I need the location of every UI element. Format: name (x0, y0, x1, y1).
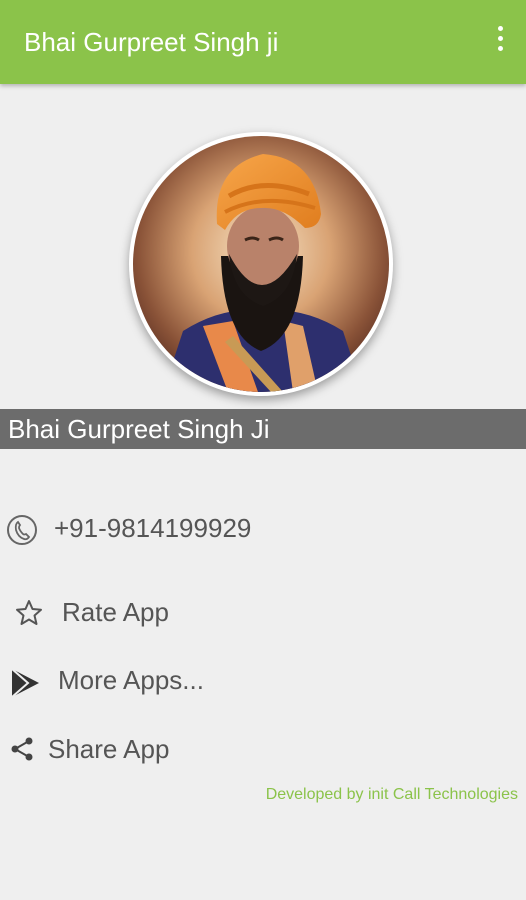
share-app-label: Share App (48, 734, 170, 764)
star-outline-icon (14, 598, 46, 630)
more-apps-label: More Apps... (58, 665, 204, 695)
profile-name: Bhai Gurpreet Singh Ji (8, 414, 270, 444)
phone-row[interactable]: +91-9814199929 (0, 506, 526, 550)
profile-avatar (129, 132, 393, 396)
rate-app-label: Rate App (62, 597, 169, 627)
phone-number: +91-9814199929 (54, 513, 252, 543)
share-icon (8, 735, 40, 767)
more-vert-icon[interactable] (494, 26, 506, 58)
app-title: Bhai Gurpreet Singh ji (24, 27, 279, 57)
developer-credit[interactable]: Developed by init Call Technologies (266, 784, 518, 806)
play-store-icon (8, 666, 40, 698)
profile-name-bar: Bhai Gurpreet Singh Ji (0, 409, 526, 449)
rate-app-row[interactable]: Rate App (0, 590, 526, 634)
more-apps-row[interactable]: More Apps... (0, 658, 526, 702)
phone-icon (6, 514, 38, 546)
app-bar: Bhai Gurpreet Singh ji (0, 0, 526, 84)
share-app-row[interactable]: Share App (0, 727, 526, 771)
profile-photo (133, 136, 389, 392)
